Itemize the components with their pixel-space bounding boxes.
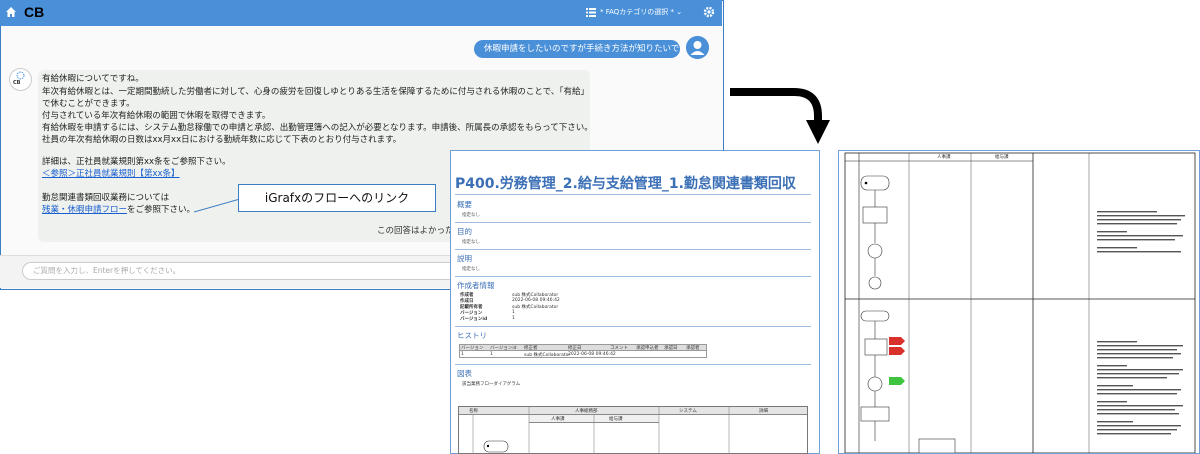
history-col: バージョン: [461, 346, 484, 351]
section-divider: [455, 194, 811, 195]
section-divider: [455, 326, 811, 327]
section-divider: [455, 222, 811, 223]
callout-box: iGrafxのフローへのリンク: [238, 184, 436, 212]
bot-text-line: で休むことができます。: [42, 99, 135, 109]
user-avatar-icon: [686, 36, 709, 59]
history-cell: sub 株式Collaborator: [524, 353, 571, 358]
ref-link[interactable]: ＜参照＞正社員就業規則【第xx条】: [42, 169, 180, 180]
section-value-summary: 指定なし: [462, 213, 480, 218]
flow-diagram-panel: 人事課 給与課: [838, 150, 1200, 454]
history-col: 承認者: [686, 346, 700, 351]
bot-logo-icon: [16, 71, 25, 80]
gear-icon[interactable]: [703, 6, 715, 18]
bot-avatar-label: CB: [13, 80, 21, 86]
bot-text-line: 付与されている年次有給休暇の範囲で休暇を取得できます。: [42, 111, 271, 121]
author-label: バージョンid: [460, 317, 488, 322]
author-heading: 作成者情報: [457, 281, 495, 290]
history-col: 承認日: [664, 346, 678, 351]
history-cell: 2022-06-08 09:46:42: [568, 352, 616, 357]
bot-flow-line: 残業・休暇申請フローをご参照下さい。: [42, 205, 195, 216]
history-col: 承認申込者: [636, 346, 659, 351]
history-col: バージョンid: [490, 346, 517, 351]
faq-category-label: * FAQカテゴリの選択 *: [600, 8, 675, 16]
history-table: バージョン バージョンid 修正者 修正日 コメント 承認申込者 承認日 承認者…: [459, 344, 707, 358]
bot-detail-line: 詳細は、正社員就業規則第xx条をご参照下さい。: [42, 157, 231, 167]
history-heading: ヒストリ: [457, 331, 487, 340]
faq-category-select[interactable]: * FAQカテゴリの選択 * ⌄: [600, 7, 682, 17]
bot-business-line: 勤怠関連書類回収業務については: [42, 193, 170, 203]
flow-diagram: [844, 152, 1196, 453]
flow-lane-label: 人事課: [937, 155, 951, 160]
section-value-purpose: 指定なし: [462, 240, 480, 245]
history-cell: 1: [490, 352, 493, 357]
flow-link[interactable]: 残業・休暇申請フロー: [42, 205, 127, 215]
stage: CB * FAQカテゴリの選択 * ⌄ 休暇申請をしたいのですが手続き方法が知り…: [0, 0, 1200, 454]
bot-text-line: 有給休暇を申請するには、システム勤怠稼働での申請と承認、出勤管理簿への記入が必要…: [42, 123, 593, 133]
user-message-bubble: 休暇申請をしたいのですが手続き方法が知りたいです: [474, 40, 688, 58]
arrow-icon: [730, 88, 830, 144]
section-heading-description: 説明: [457, 254, 472, 263]
feedback-prompt: この回答はよかった: [377, 226, 454, 236]
chevron-down-icon: ⌄: [676, 8, 683, 16]
diagram-caption: 該当業務フローダイアグラム: [462, 382, 521, 387]
diagram-heading: 図表: [457, 369, 472, 378]
section-divider: [455, 276, 811, 277]
app-title: CB: [24, 4, 45, 20]
doc-flow-diagram: 名称 人事総務部 システム 詳細 人事課 給与課: [458, 406, 808, 454]
author-value: 1: [512, 310, 515, 315]
doc-flow-lines: [472, 407, 730, 454]
author-value: 2022-06-08 09:46:42: [512, 298, 560, 303]
section-divider: [455, 249, 811, 250]
flow-link-suffix: をご参照下さい。: [127, 205, 196, 215]
author-value: 1: [512, 316, 515, 321]
bot-text-line: 社員の年次有給休暇の日数はxx月xx日における勤続年数に応じて下表のとおり付与さ…: [42, 135, 402, 145]
history-col: 修正日: [568, 346, 582, 351]
document-title: P400.労務管理_2.給与支給管理_1.勤怠関連書類回収: [455, 176, 796, 192]
author-value: sub 株式Collaborator: [512, 305, 559, 310]
bot-text-line: 有給休暇についてですね。: [42, 74, 144, 84]
section-heading-summary: 概要: [457, 200, 472, 209]
history-col: 修正者: [524, 346, 538, 351]
flow-lane-label: 給与課: [995, 155, 1009, 160]
section-heading-purpose: 目的: [457, 227, 472, 236]
list-icon: [586, 8, 596, 17]
callout-pointer: [194, 198, 240, 213]
section-divider: [455, 364, 811, 365]
bot-text-line: 年次有給休暇とは、一定期間勤続した労働者に対して、心身の疲労を回復しゆとりある生…: [42, 87, 589, 97]
home-icon[interactable]: [5, 6, 17, 18]
history-col: コメント: [610, 346, 628, 351]
history-cell: 1: [461, 352, 464, 357]
bot-avatar: CB: [9, 68, 32, 91]
section-value-description: 指定なし: [462, 267, 480, 272]
